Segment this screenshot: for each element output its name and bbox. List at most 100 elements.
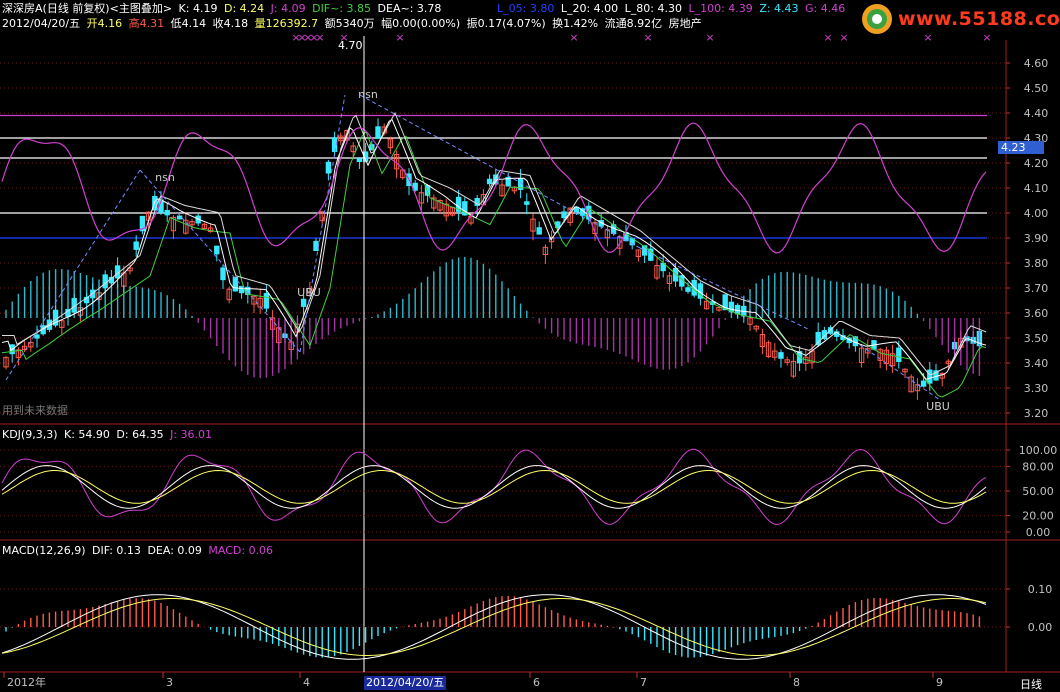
moving-average-green [1, 130, 987, 398]
candle-body [176, 215, 183, 220]
quote-low: 低4.14 [170, 17, 207, 30]
quote-date: 2012/04/20/五 [2, 17, 81, 30]
kdj-tick-label: 20.00 [1022, 510, 1054, 523]
date-tick-label: 3 [166, 676, 173, 689]
date-tick-label: 4 [303, 676, 310, 689]
macd-title: MACD(12,26,9) [2, 544, 86, 557]
cursor-date-label: 2012/04/20/五 [364, 676, 447, 690]
price-tick-label: 4.60 [1024, 57, 1049, 70]
trend-line [639, 247, 811, 331]
d-value: D: 4.24 [223, 2, 265, 15]
signal-marker: × [395, 31, 404, 44]
z-value: Z: 4.43 [759, 2, 799, 15]
date-tick-label: 6 [533, 676, 540, 689]
l100-value: L_100: 4.39 [688, 2, 753, 15]
macd-dif-line [1, 594, 987, 660]
macd-macd: MACD: 0.06 [208, 544, 274, 557]
signal-marker: × [839, 31, 848, 44]
signal-marker: × [823, 31, 832, 44]
candle-body [685, 287, 691, 292]
signal-marker: × [315, 31, 324, 44]
macd-tick-label: 0.10 [1028, 583, 1053, 596]
macd-dea: DEA: 0.09 [147, 544, 202, 557]
price-tick-label: 3.50 [1024, 332, 1049, 345]
kdj-tick-label: 100.00 [1019, 444, 1058, 457]
candle-body [34, 334, 40, 339]
price-tick-label: 4.40 [1024, 107, 1049, 120]
candle-body [300, 298, 307, 307]
sell-signal-label: nsn [358, 88, 378, 101]
quote-turnover: 换1.42% [552, 17, 599, 30]
kdj-j-line [1, 448, 987, 526]
kdj-k: K: 54.90 [64, 428, 110, 441]
l80-value: L_80: 4.30 [624, 2, 682, 15]
kdj-tick-label: 80.00 [1022, 460, 1054, 473]
price-tick-label: 3.20 [1024, 407, 1049, 420]
candle-body [263, 293, 270, 309]
buy-signal-label: UBU [926, 400, 950, 413]
candle-body [133, 241, 139, 250]
kdj-d: D: 64.35 [116, 428, 164, 441]
buy-signal-label: UBU [297, 286, 321, 299]
candle-body [573, 206, 580, 213]
logo-text: www.55188.com [898, 8, 1060, 30]
price-tick-label: 4.00 [1024, 207, 1049, 220]
date-tick-label: 2012年 [7, 675, 46, 689]
chart-title: 深深房A(日线 前复权)<主图叠加> [2, 2, 173, 15]
stock-chart[interactable]: 4.604.504.404.304.204.104.003.903.803.70… [0, 0, 1060, 691]
l20-value: L_20: 4.00 [560, 2, 619, 15]
candle-body [375, 126, 381, 139]
sell-signal-label: nsn [155, 171, 175, 184]
macd-dif: DIF: 0.13 [92, 544, 141, 557]
kdj-k-line [1, 465, 987, 509]
candle-body [220, 267, 226, 281]
kdj-tick-label: 0.00 [1026, 526, 1051, 539]
kdj-header: KDJ(9,3,3) K: 54.90 D: 64.35 J: 36.01 [2, 428, 215, 441]
candle-body [356, 158, 363, 163]
price-tick-label: 4.10 [1024, 182, 1049, 195]
candle-body [927, 369, 933, 384]
candle-body [524, 201, 530, 205]
quote-open: 开4.16 [86, 17, 123, 30]
l05-value: L_05: 3.80 [497, 2, 555, 15]
future-data-note: 用到未来数据 [2, 404, 68, 417]
price-tick-label: 3.30 [1024, 382, 1049, 395]
kdj-j: J: 36.01 [170, 428, 213, 441]
quote-sector: 房地产 [668, 17, 702, 30]
price-tick-label: 3.60 [1024, 307, 1049, 320]
period-label[interactable]: 日线 [1020, 676, 1042, 692]
signal-marker: × [643, 31, 652, 44]
quote-float: 流通8.92亿 [604, 17, 663, 30]
quote-line: 2012/04/20/五 开4.16 高4.31 低4.14 收4.18 量12… [2, 17, 705, 30]
quote-amplitude: 振0.17(4.07%) [466, 17, 546, 30]
kdj-title: KDJ(9,3,3) [2, 428, 58, 441]
peak-price-label: 4.70 [338, 39, 363, 52]
price-tick-label: 4.50 [1024, 82, 1049, 95]
candle-body [325, 161, 332, 174]
candle-body [778, 352, 784, 359]
candle-body [313, 240, 319, 251]
level-header: L_05: 3.80 L_20: 4.00 L_80: 4.30 L_100: … [497, 2, 848, 15]
oscillator-line [1, 122, 987, 254]
dea-value: DEA~: 3.78 [377, 2, 442, 15]
price-tick-label: 3.40 [1024, 357, 1049, 370]
candle-body [164, 209, 170, 216]
quote-volume: 量126392.7 [254, 17, 319, 30]
quote-high: 高4.31 [128, 17, 165, 30]
candle-body [561, 211, 567, 219]
site-logo[interactable]: www.55188.com [856, 2, 1060, 36]
trend-line [139, 169, 301, 353]
signal-marker: × [569, 31, 578, 44]
dif-value: DIF~: 3.85 [312, 2, 372, 15]
signal-marker: × [705, 31, 714, 44]
indicator-header: 深深房A(日线 前复权)<主图叠加> K: 4.19 D: 4.24 J: 4.… [2, 2, 444, 15]
macd-tick-label: 0.00 [1028, 621, 1053, 634]
j-value: J: 4.09 [270, 2, 306, 15]
kdj-tick-label: 50.00 [1022, 485, 1054, 498]
price-tick-label: 3.70 [1024, 282, 1049, 295]
g-value: G: 4.46 [805, 2, 846, 15]
price-tick-label: 4.20 [1024, 157, 1049, 170]
date-tick-label: 7 [640, 676, 647, 689]
candle-body [232, 276, 239, 292]
macd-header: MACD(12,26,9) DIF: 0.13 DEA: 0.09 MACD: … [2, 544, 276, 557]
